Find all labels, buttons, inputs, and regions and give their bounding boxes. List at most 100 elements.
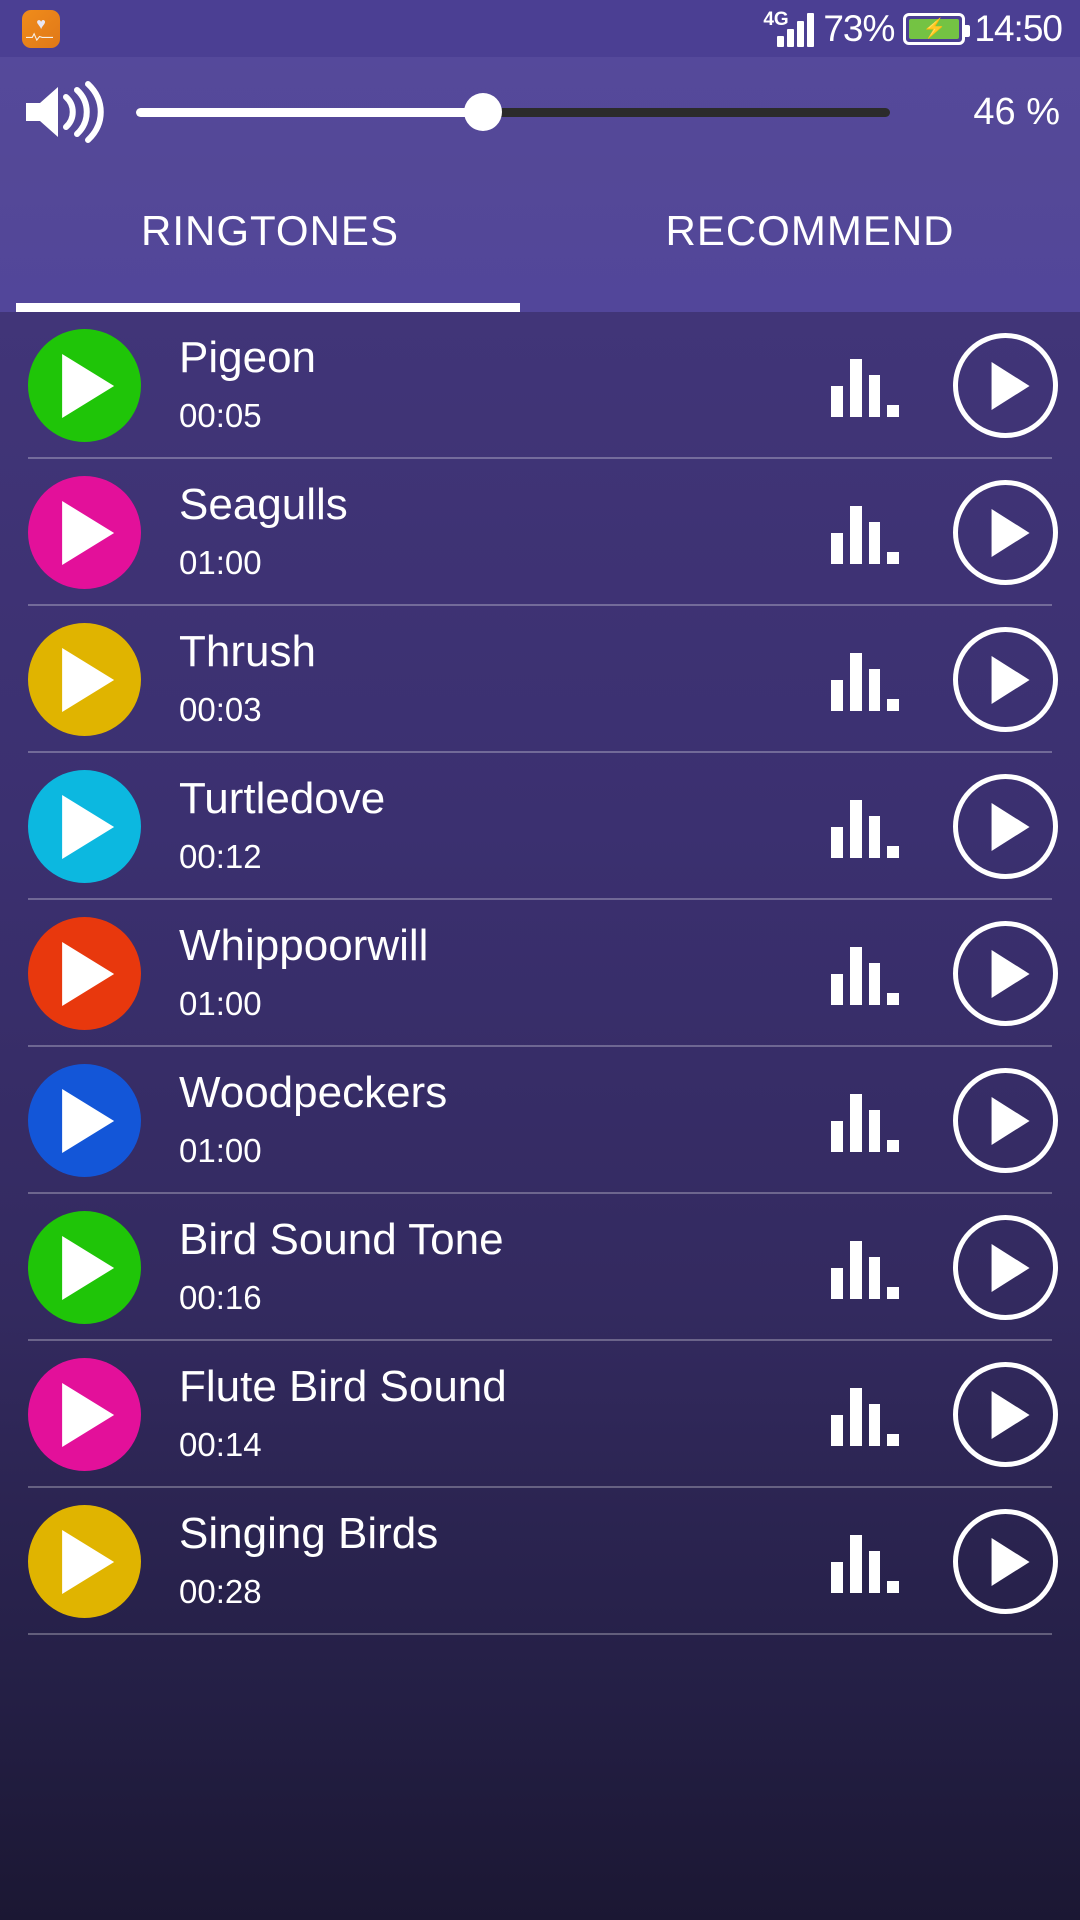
tab-ringtones[interactable]: RINGTONES [0, 167, 540, 312]
play-triangle-icon [61, 500, 114, 565]
speaker-volume-icon[interactable] [22, 81, 106, 143]
network-indicator: 4G [763, 9, 815, 47]
play-triangle-icon [61, 1235, 114, 1300]
table-row[interactable]: Singing Birds 00:28 [0, 1488, 1080, 1635]
battery-percent-label: 73% [823, 8, 895, 49]
play-triangle-glyph [991, 949, 1030, 998]
ringtone-color-play-disc[interactable] [28, 1211, 141, 1324]
play-triangle-icon [61, 941, 114, 1006]
play-triangle-icon [61, 353, 114, 418]
equalizer-icon[interactable] [831, 796, 899, 858]
play-triangle-glyph [991, 508, 1030, 557]
ringtone-meta: Turtledove 00:12 [179, 770, 831, 883]
play-triangle-icon [61, 647, 114, 712]
status-bar: ♥ 4G 73% ⚡ 14:50 [0, 0, 1080, 57]
equalizer-icon[interactable] [831, 1384, 899, 1446]
ringtone-meta: Singing Birds 00:28 [179, 1505, 831, 1618]
equalizer-icon[interactable] [831, 1237, 899, 1299]
volume-bar: 46 % [0, 57, 1080, 167]
equalizer-icon[interactable] [831, 649, 899, 711]
table-row[interactable]: Flute Bird Sound 00:14 [0, 1341, 1080, 1488]
ringtone-title: Seagulls [179, 482, 348, 529]
play-circle-icon[interactable] [953, 480, 1058, 585]
ringtone-duration: 00:28 [179, 1573, 262, 1610]
play-triangle-icon [61, 794, 114, 859]
heart-glyph: ♥ [36, 15, 46, 33]
equalizer-icon[interactable] [831, 1090, 899, 1152]
volume-slider-fill [136, 107, 483, 117]
play-triangle-glyph [991, 1096, 1030, 1145]
network-type-label: 4G [763, 9, 789, 30]
ringtone-list[interactable]: Pigeon 00:05 Seagulls 01:00 Thrush 00:03 Turtl… [0, 312, 1080, 1920]
ringtone-duration: 00:05 [179, 397, 262, 434]
ringtone-color-play-disc[interactable] [28, 917, 141, 1030]
ringtone-color-play-disc[interactable] [28, 329, 141, 442]
play-circle-icon[interactable] [953, 921, 1058, 1026]
table-row[interactable]: Bird Sound Tone 00:16 [0, 1194, 1080, 1341]
tab-selected-indicator [16, 303, 520, 312]
play-circle-icon[interactable] [953, 1068, 1058, 1173]
ringtone-meta: Whippoorwill 01:00 [179, 917, 831, 1030]
ringtone-color-play-disc[interactable] [28, 1505, 141, 1618]
ringtone-title: Bird Sound Tone [179, 1217, 504, 1264]
ringtone-meta: Thrush 00:03 [179, 623, 831, 736]
play-triangle-icon [61, 1088, 114, 1153]
equalizer-icon[interactable] [831, 502, 899, 564]
play-triangle-glyph [991, 802, 1030, 851]
ringtone-color-play-disc[interactable] [28, 1358, 141, 1471]
play-triangle-glyph [991, 361, 1030, 410]
ringtone-meta: Seagulls 01:00 [179, 476, 831, 589]
ringtone-title: Whippoorwill [179, 923, 429, 970]
table-row[interactable]: Pigeon 00:05 [0, 312, 1080, 459]
play-triangle-glyph [991, 1390, 1030, 1439]
ringtone-duration: 01:00 [179, 544, 262, 581]
table-row[interactable]: Turtledove 00:12 [0, 753, 1080, 900]
ringtone-duration: 00:16 [179, 1279, 262, 1316]
ringtone-color-play-disc[interactable] [28, 623, 141, 736]
tab-recommend[interactable]: RECOMMEND [540, 167, 1080, 312]
play-circle-icon[interactable] [953, 627, 1058, 732]
equalizer-icon[interactable] [831, 1531, 899, 1593]
table-row[interactable]: Thrush 00:03 [0, 606, 1080, 753]
ringtone-duration: 00:12 [179, 838, 262, 875]
play-triangle-icon [61, 1382, 114, 1447]
play-circle-icon[interactable] [953, 774, 1058, 879]
ringtone-duration: 00:03 [179, 691, 262, 728]
heartbeat-line-icon [26, 32, 53, 41]
ringtone-title: Flute Bird Sound [179, 1364, 507, 1411]
ringtone-title: Pigeon [179, 335, 317, 382]
play-triangle-glyph [991, 1537, 1030, 1586]
ringtone-meta: Pigeon 00:05 [179, 329, 831, 442]
play-circle-icon[interactable] [953, 1509, 1058, 1614]
heart-rate-app-icon: ♥ [22, 9, 60, 48]
volume-slider-thumb[interactable] [463, 93, 502, 131]
ringtone-duration: 00:14 [179, 1426, 262, 1463]
ringtone-color-play-disc[interactable] [28, 476, 141, 589]
play-circle-icon[interactable] [953, 1215, 1058, 1320]
play-triangle-glyph [991, 1243, 1030, 1292]
ringtone-meta: Flute Bird Sound 00:14 [179, 1358, 831, 1471]
play-triangle-glyph [991, 655, 1030, 704]
ringtone-duration: 01:00 [179, 1132, 262, 1169]
ringtone-title: Thrush [179, 629, 316, 676]
volume-slider[interactable] [136, 92, 890, 132]
table-row[interactable]: Seagulls 01:00 [0, 459, 1080, 606]
ringtone-duration: 01:00 [179, 985, 262, 1022]
lightning-bolt-glyph: ⚡ [922, 18, 947, 40]
ringtone-title: Woodpeckers [179, 1070, 448, 1117]
play-circle-icon[interactable] [953, 1362, 1058, 1467]
ringtone-color-play-disc[interactable] [28, 770, 141, 883]
table-row[interactable]: Woodpeckers 01:00 [0, 1047, 1080, 1194]
ringtone-meta: Woodpeckers 01:00 [179, 1064, 831, 1177]
play-circle-icon[interactable] [953, 333, 1058, 438]
equalizer-icon[interactable] [831, 355, 899, 417]
ringtone-meta: Bird Sound Tone 00:16 [179, 1211, 831, 1324]
battery-charging-icon: ⚡ [903, 13, 971, 45]
volume-percent-label: 46 % [973, 90, 1060, 133]
ringtone-title: Turtledove [179, 776, 386, 823]
table-row[interactable]: Whippoorwill 01:00 [0, 900, 1080, 1047]
tab-bar: RINGTONES RECOMMEND [0, 167, 1080, 312]
clock-label: 14:50 [974, 8, 1063, 49]
ringtone-color-play-disc[interactable] [28, 1064, 141, 1177]
equalizer-icon[interactable] [831, 943, 899, 1005]
